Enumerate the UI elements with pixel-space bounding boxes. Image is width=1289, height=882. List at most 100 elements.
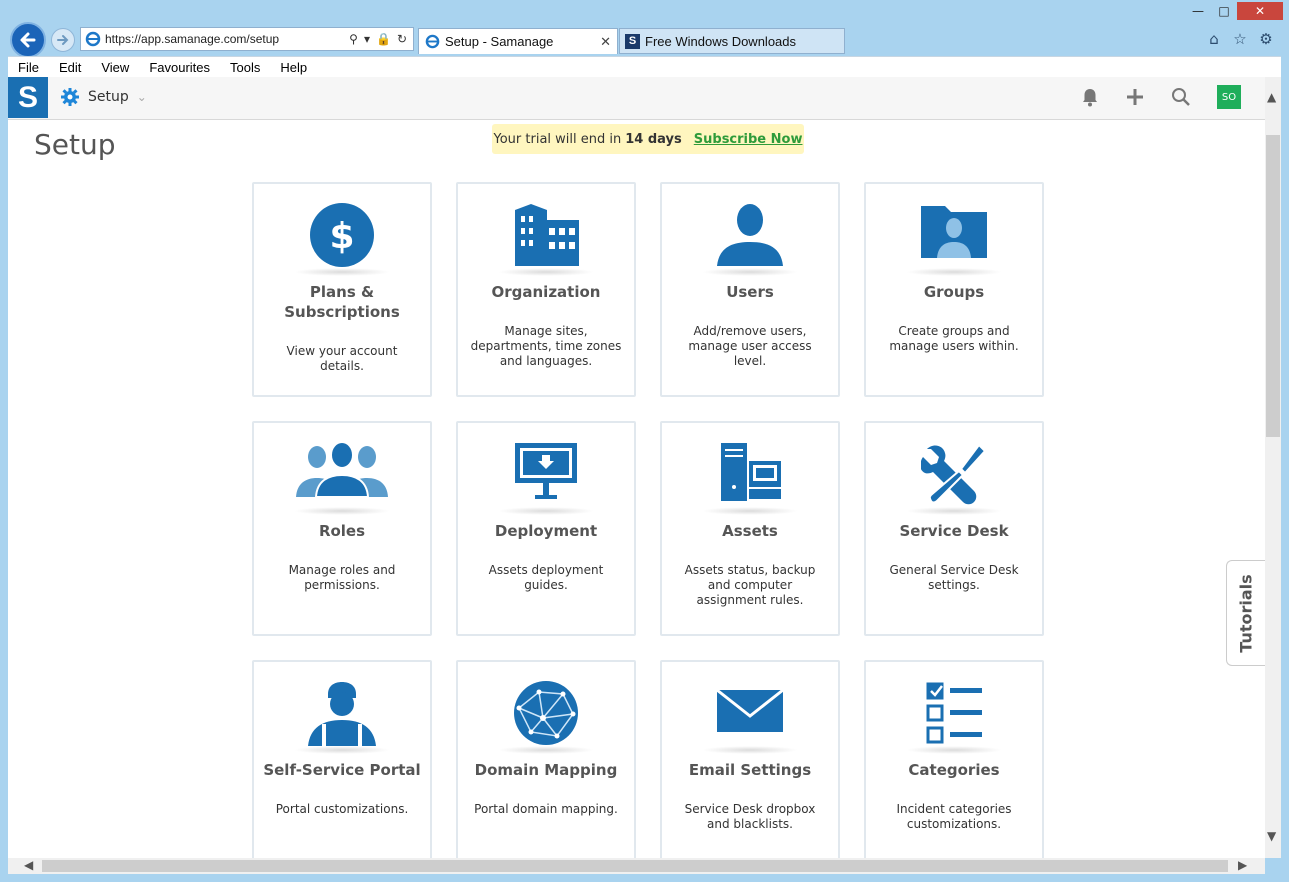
minimize-button[interactable]: —: [1185, 2, 1211, 20]
card-description: Service Desk dropbox and blacklists.: [684, 802, 816, 831]
card-email-settings[interactable]: Email Settings Service Desk dropbox and …: [660, 660, 840, 858]
folder-user-icon: [921, 206, 987, 258]
card-description: Manage sites, departments, time zones an…: [470, 324, 622, 368]
card-title: Roles: [318, 522, 366, 540]
trial-text: Your trial will end in: [493, 131, 622, 147]
page-title: Setup: [34, 128, 116, 161]
building-icon: [515, 204, 579, 266]
card-description: View your account details.: [286, 344, 398, 373]
refresh-icon[interactable]: ↻: [397, 32, 407, 46]
chevron-down-icon: ⌄: [136, 90, 147, 104]
card-title: Domain Mapping: [474, 761, 618, 779]
card-description: Assets deployment guides.: [488, 563, 604, 592]
tab-setup[interactable]: Setup - Samanage ✕: [418, 28, 618, 54]
card-plans-subscriptions[interactable]: $ Plans & Subscriptions View your accoun…: [252, 182, 432, 397]
ie-logo-icon: [85, 31, 101, 47]
lock-icon[interactable]: 🔒: [376, 32, 391, 46]
menu-view[interactable]: View: [91, 60, 139, 75]
trial-banner: Your trial will end in 14 days Subscribe…: [492, 124, 804, 154]
tab-free-windows-downloads[interactable]: S Free Windows Downloads: [619, 28, 845, 54]
card-deployment[interactable]: Deployment Assets deployment guides.: [456, 421, 636, 636]
card-domain-mapping[interactable]: Domain Mapping Portal domain mapping.: [456, 660, 636, 858]
samanage-logo[interactable]: S: [8, 77, 48, 118]
vertical-scroll-thumb[interactable]: [1266, 135, 1280, 437]
browser-window: — □ ✕ https://app.samanage.com/setup ⚲ ▾…: [0, 0, 1289, 882]
back-button[interactable]: [10, 22, 46, 58]
card-title: Assets: [722, 522, 778, 540]
menu-help[interactable]: Help: [270, 60, 317, 75]
card-description: Assets status, backup and computer assig…: [684, 563, 816, 607]
card-organization[interactable]: Organization Manage sites, departments, …: [456, 182, 636, 397]
dropdown-icon[interactable]: ▾: [364, 32, 370, 46]
card-service-desk[interactable]: Service Desk General Service Desk settin…: [864, 421, 1044, 636]
avatar[interactable]: SO: [1217, 85, 1241, 109]
card-description: Add/remove users, manage user access lev…: [688, 324, 812, 368]
card-description: Incident categories customizations.: [896, 802, 1012, 831]
scroll-right-arrow-icon[interactable]: ▶: [1238, 858, 1247, 872]
card-title: Organization: [491, 283, 601, 301]
header-actions: SO: [1081, 85, 1241, 109]
user-icon: [717, 204, 783, 266]
svg-text:$: $: [329, 216, 354, 257]
card-users[interactable]: Users Add/remove users, manage user acce…: [660, 182, 840, 397]
bell-icon[interactable]: [1081, 87, 1099, 107]
maximize-button[interactable]: □: [1211, 2, 1237, 20]
ie-tab-icon: [425, 34, 440, 49]
home-icon[interactable]: ⌂: [1205, 30, 1223, 48]
tutorials-label: Tutorials: [1236, 573, 1256, 653]
url-text[interactable]: https://app.samanage.com/setup: [105, 32, 349, 46]
card-title: Deployment: [494, 522, 598, 540]
menu-edit[interactable]: Edit: [49, 60, 91, 75]
scroll-down-arrow-icon[interactable]: ▼: [1267, 829, 1276, 843]
close-window-button[interactable]: ✕: [1237, 2, 1283, 20]
card-assets[interactable]: Assets Assets status, backup and compute…: [660, 421, 840, 636]
computer-icon: [721, 443, 781, 501]
card-title: Groups: [923, 283, 985, 301]
search-icon[interactable]: ⚲: [349, 32, 358, 46]
forward-button[interactable]: [51, 28, 75, 52]
menu-tools[interactable]: Tools: [220, 60, 270, 75]
tab-label: Free Windows Downloads: [645, 33, 797, 49]
main-content: Setup Your trial will end in 14 days Sub…: [8, 120, 1265, 858]
menu-favourites[interactable]: Favourites: [139, 60, 220, 75]
scroll-left-arrow-icon[interactable]: ◀: [24, 858, 33, 872]
breadcrumb[interactable]: Setup ⌄: [60, 87, 147, 107]
monitor-download-icon: [515, 443, 577, 499]
scroll-up-arrow-icon[interactable]: ▲: [1267, 90, 1276, 104]
card-description: Portal domain mapping.: [474, 802, 618, 816]
plus-icon[interactable]: [1125, 87, 1145, 107]
card-description: General Service Desk settings.: [889, 563, 1019, 592]
card-title: Service Desk: [899, 522, 1009, 540]
search-icon[interactable]: [1171, 87, 1191, 107]
card-groups[interactable]: Groups Create groups and manage users wi…: [864, 182, 1044, 397]
card-categories[interactable]: Categories Incident categories customiza…: [864, 660, 1044, 858]
card-title: Email Settings: [688, 761, 812, 779]
menu-file[interactable]: File: [8, 60, 49, 75]
browser-toolbar-right: ⌂ ☆ ⚙: [1205, 30, 1275, 48]
card-title: Users: [726, 283, 774, 301]
menu-bar: File Edit View Favourites Tools Help: [8, 56, 1281, 78]
globe-icon: [514, 681, 578, 745]
address-bar[interactable]: https://app.samanage.com/setup ⚲ ▾ 🔒 ↻: [80, 27, 414, 51]
favorites-star-icon[interactable]: ☆: [1231, 30, 1249, 48]
arrow-right-icon: [57, 35, 69, 45]
settings-gear-icon[interactable]: ⚙: [1257, 30, 1275, 48]
close-tab-icon[interactable]: ✕: [600, 34, 611, 50]
card-roles[interactable]: Roles Manage roles and permissions.: [252, 421, 432, 636]
tab-label: Setup - Samanage: [445, 34, 554, 49]
card-description: Manage roles and permissions.: [288, 563, 396, 592]
card-description: Portal customizations.: [275, 802, 409, 816]
worker-icon: [308, 682, 376, 746]
arrow-left-icon: [20, 32, 36, 48]
gear-icon: [61, 88, 79, 106]
app-header: S Setup ⌄ SO: [8, 77, 1281, 120]
horizontal-scroll-thumb[interactable]: [42, 860, 1228, 872]
card-self-service-portal[interactable]: Self-Service Portal Portal customization…: [252, 660, 432, 858]
tools-icon: [921, 443, 987, 505]
tutorials-tab[interactable]: Tutorials: [1226, 560, 1265, 666]
window-controls: — □ ✕: [1185, 2, 1283, 20]
roles-icon: [296, 441, 388, 497]
subscribe-now-link[interactable]: Subscribe Now: [694, 132, 803, 147]
card-title: Self-Service Portal: [263, 761, 421, 779]
envelope-icon: [716, 688, 784, 732]
